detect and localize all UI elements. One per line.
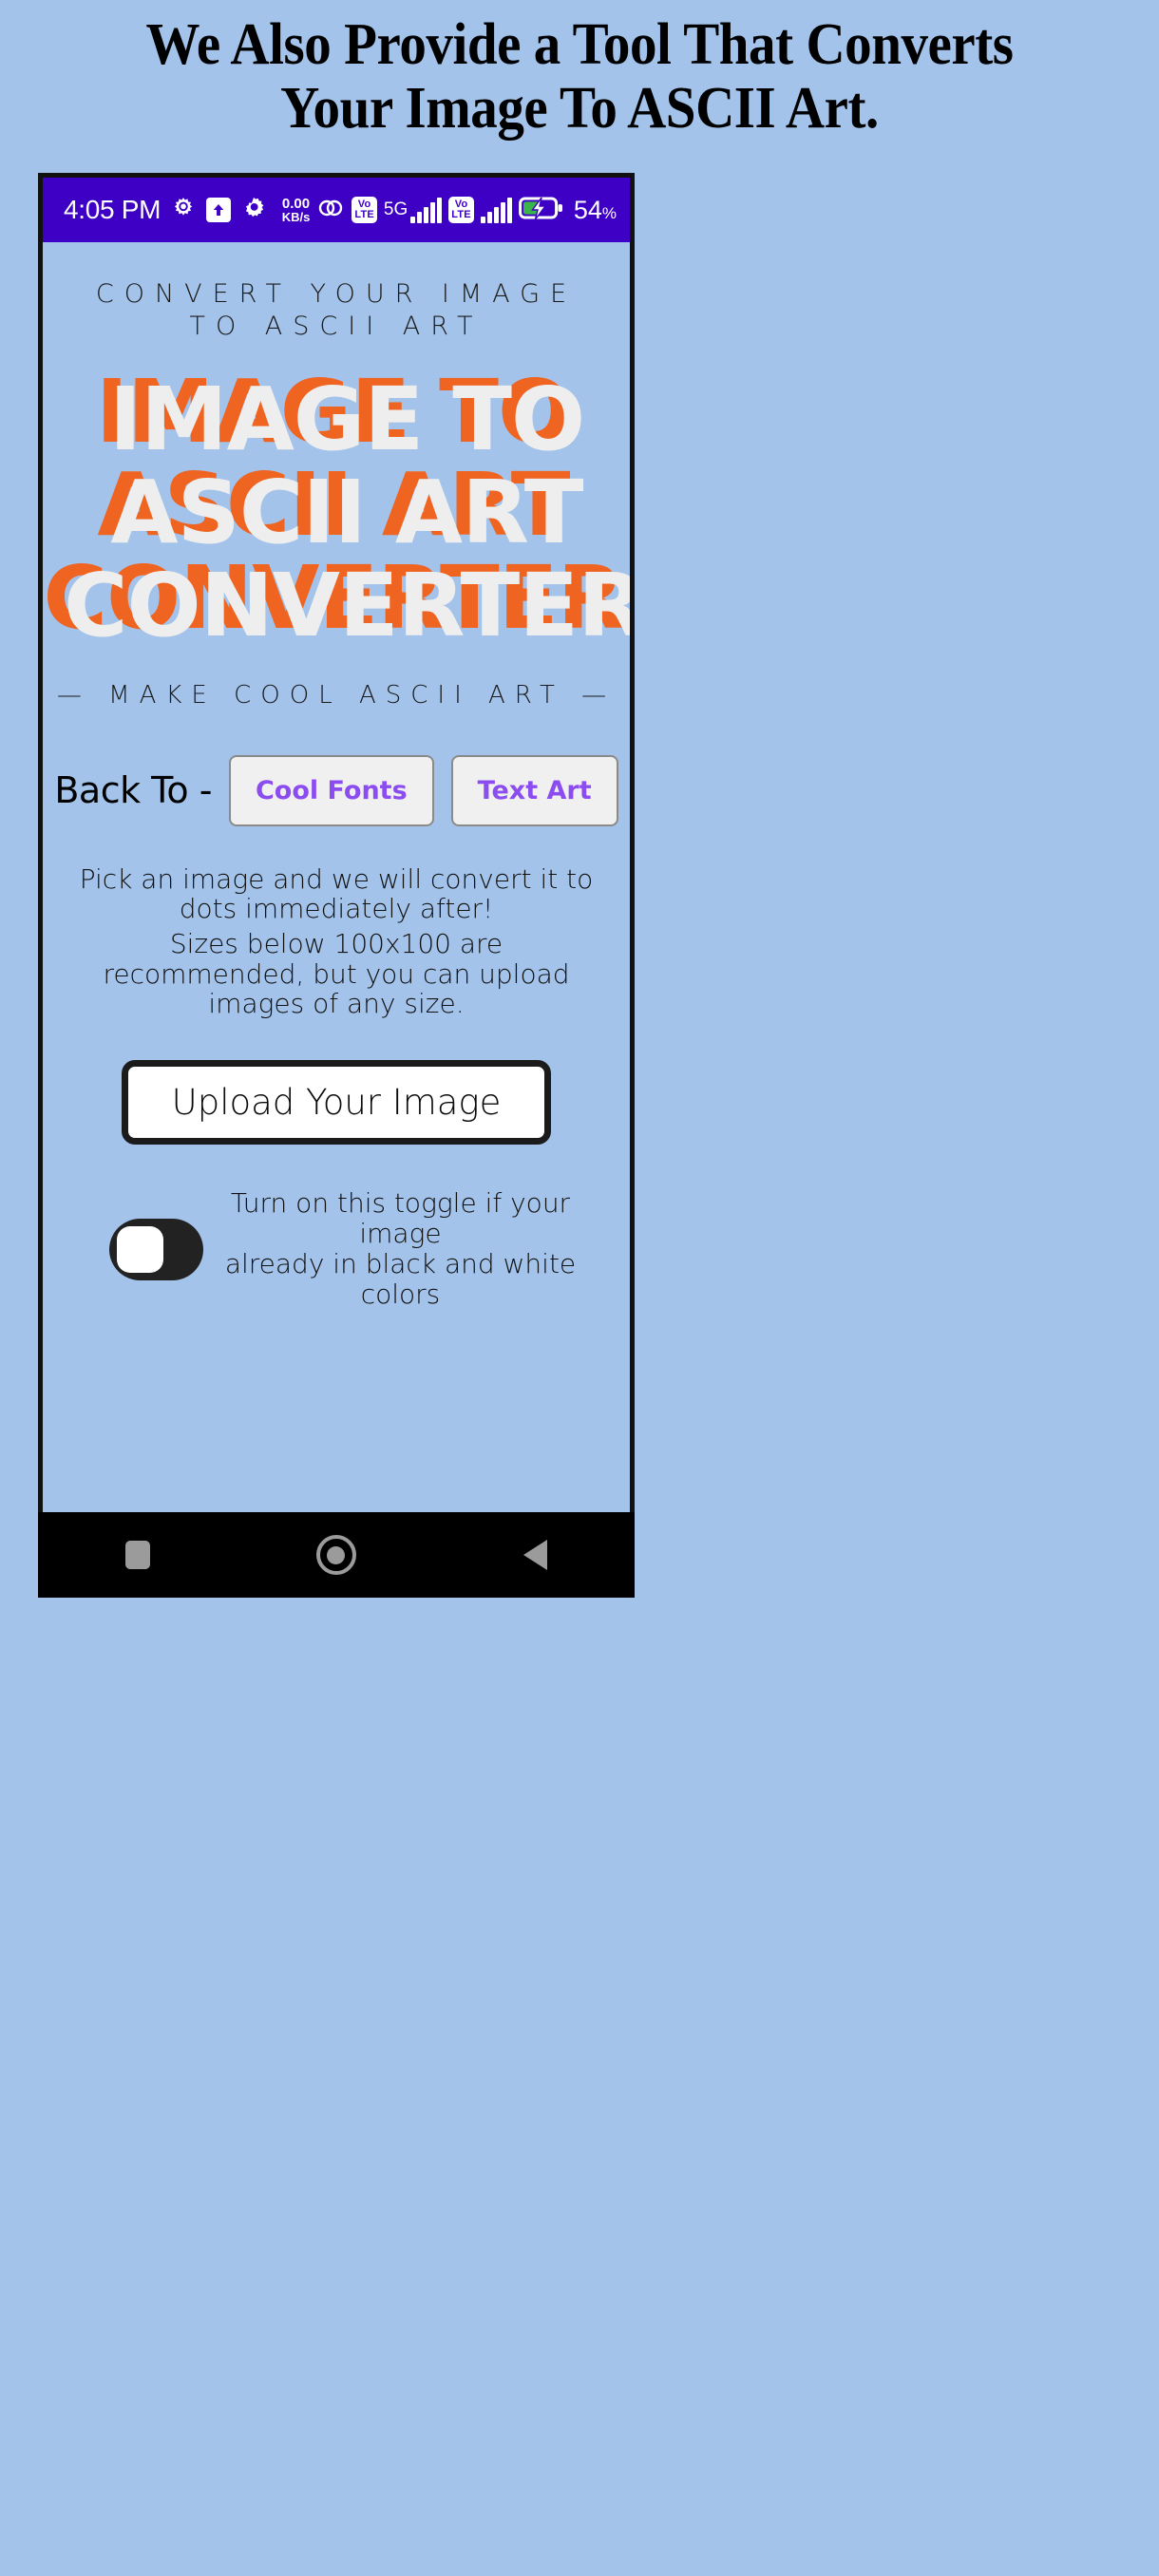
volte-bottom-text: LTE [354,209,374,220]
volte-icon: Vo LTE [352,197,377,223]
upload-arrow-icon [206,198,232,222]
volte-icon-2: Vo LTE [448,197,474,223]
recents-button[interactable] [95,1512,180,1598]
back-triangle-icon [522,1540,547,1570]
home-button[interactable] [294,1512,379,1598]
back-button[interactable] [492,1512,578,1598]
back-to-row: Back To - Cool Fonts Text Art [43,754,630,826]
upload-button-wrapper: Upload Your Image [43,1060,630,1146]
page-title: We Also Provide a Tool That Converts You… [145,12,1014,141]
toggle-knob [117,1225,163,1273]
five-g-label: 5G [383,199,408,219]
battery-charging-icon [518,195,564,226]
volte-bottom-text-2: LTE [451,209,471,220]
home-circle-icon [315,1535,356,1575]
dual-sim-icon [316,196,345,225]
signal-bars-icon-2 [480,197,512,223]
android-nav-bar [38,1512,635,1598]
tagline-text: — MAKE COOL ASCII ART — [56,680,617,710]
black-white-toggle[interactable] [109,1218,203,1280]
alarm-icon [171,196,196,225]
info-text-line-1: Pick an image and we will convert it to … [79,862,594,924]
eyebrow-text: CONVERT YOUR IMAGE TO ASCII ART [95,279,578,341]
app-content: CONVERT YOUR IMAGE TO ASCII ART IMAGE TO… [43,242,630,1512]
text-art-button[interactable]: Text Art [450,754,618,826]
black-white-toggle-row: Turn on this toggle if your image alread… [43,1188,630,1310]
network-speed-indicator: 0.00 KB/s [282,197,311,223]
network-speed-value: 0.00 [281,196,311,212]
upload-your-image-button[interactable]: Upload Your Image [121,1060,552,1146]
gear-icon [241,196,266,225]
info-text-line-2: Sizes below 100x100 are recommended, but… [103,928,570,1019]
status-clock: 4:05 PM [64,195,162,224]
status-bar: 4:05 PM 0.00 KB/s Vo LTE 5G Vo LTE 54% [43,178,630,242]
phone-screenshot-frame: 4:05 PM 0.00 KB/s Vo LTE 5G Vo LTE 54% C… [38,173,635,1512]
cool-fonts-button[interactable]: Cool Fonts [228,754,434,826]
battery-percent-label: 54% [573,195,617,224]
signal-bars-icon-1 [410,197,443,223]
hero-title: IMAGE TO ASCII ART CONVERTER IMAGE TO AS… [43,365,635,660]
status-bar-left: 4:05 PM [64,195,266,225]
network-speed-unit: KB/s [281,210,311,224]
back-to-label: Back To - [54,769,212,811]
hero-title-front-layer: IMAGE TO ASCII ART CONVERTER [64,368,635,656]
five-g-signal-icon: 5G [383,197,443,223]
recents-square-icon [124,1541,150,1569]
toggle-description: Turn on this toggle if your image alread… [224,1187,577,1311]
status-bar-right: 0.00 KB/s Vo LTE 5G Vo LTE 54% [282,195,617,226]
